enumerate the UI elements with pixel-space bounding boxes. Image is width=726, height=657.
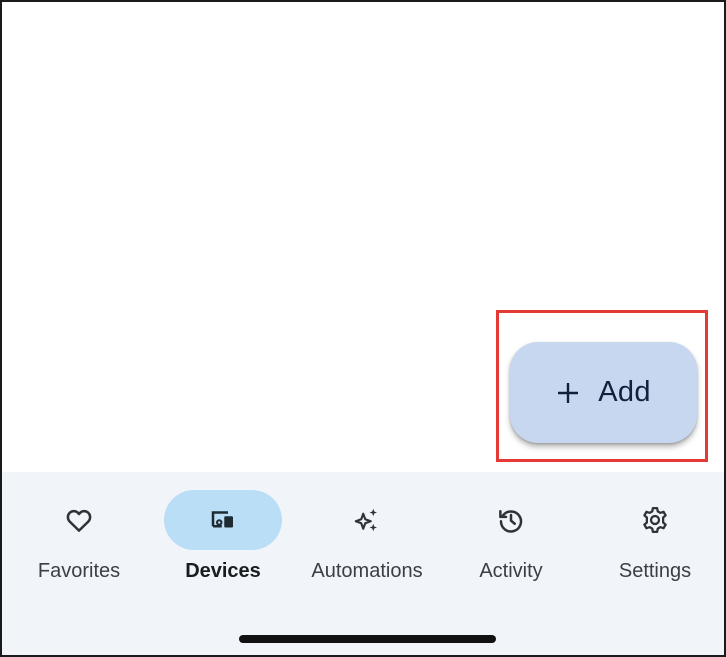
nav-icon-container [596, 490, 714, 550]
add-button[interactable]: Add [510, 342, 697, 443]
heart-icon [66, 509, 92, 532]
gear-icon [643, 507, 667, 533]
home-indicator[interactable] [239, 635, 496, 643]
nav-item-automations[interactable]: Automations [295, 490, 439, 590]
nav-item-devices[interactable]: Devices [151, 490, 295, 590]
nav-label-devices: Devices [185, 560, 261, 582]
devices-icon [211, 511, 233, 528]
nav-item-settings[interactable]: Settings [583, 490, 724, 590]
add-button-label: Add [598, 376, 651, 408]
nav-icon-container [20, 490, 138, 550]
nav-label-settings: Settings [618, 560, 692, 582]
nav-item-favorites[interactable]: Favorites [7, 490, 151, 590]
nav-item-activity[interactable]: Activity [439, 490, 583, 590]
plus-icon [556, 381, 580, 405]
nav-label-activity: Activity [479, 560, 543, 582]
nav-label-automations: Automations [311, 560, 423, 582]
bottom-navigation-bar: Favorites Devices Automations Activity S… [2, 472, 724, 655]
nav-active-indicator [164, 490, 282, 550]
sparkle-icon [354, 508, 377, 532]
history-icon [499, 510, 523, 533]
nav-label-favorites: Favorites [37, 560, 121, 582]
app-screen: Add Favorites Devices Automations Activi… [0, 0, 726, 657]
nav-icon-container [452, 490, 570, 550]
nav-icon-container [308, 490, 426, 550]
